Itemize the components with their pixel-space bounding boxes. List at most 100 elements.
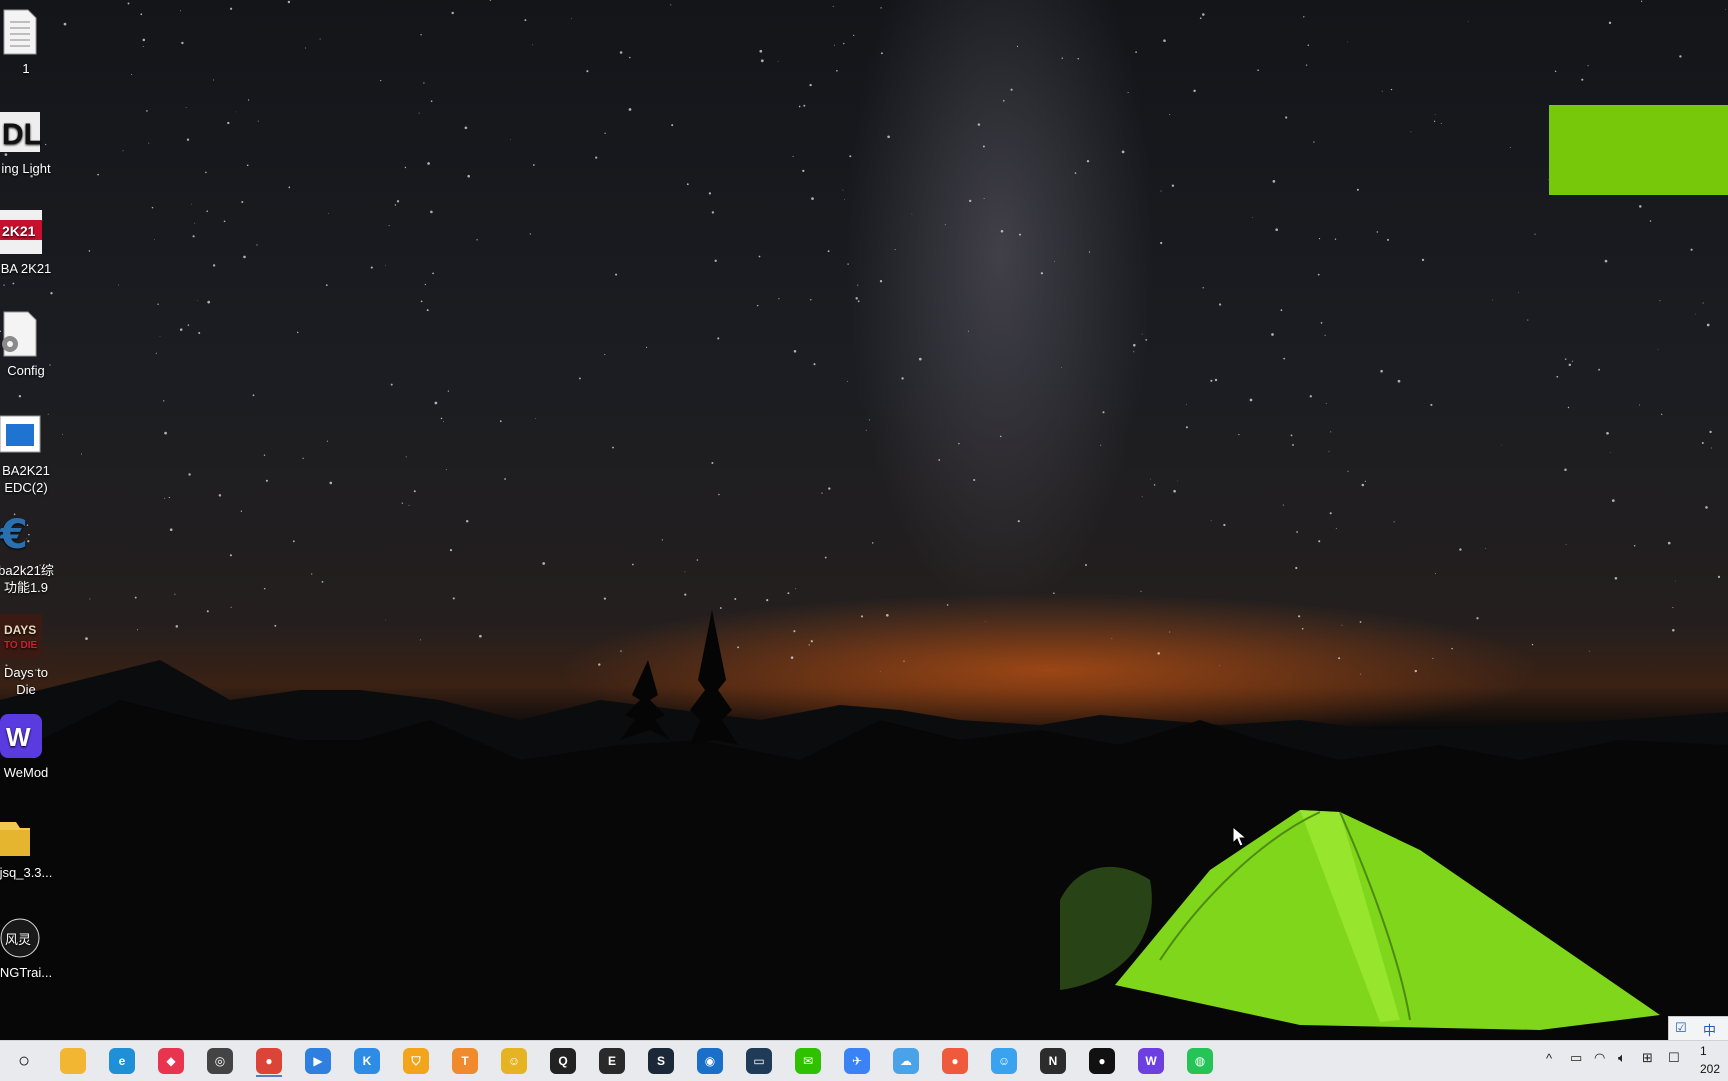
taskbar-nvidia-button[interactable]: N — [1036, 1045, 1070, 1077]
desktop-icon-nba2k21[interactable]: 2K21 BA 2K21 — [0, 208, 58, 298]
taskbar-file-explorer-button[interactable] — [56, 1045, 90, 1077]
star — [420, 34, 422, 36]
taskbar-green-app-button[interactable]: ◍ — [1183, 1045, 1217, 1077]
taskbar-steam-button[interactable]: S — [644, 1045, 678, 1077]
desktop-icon-config[interactable]: Config — [0, 310, 58, 400]
star — [857, 284, 859, 286]
star — [1160, 190, 1162, 192]
taskbar-edge-button[interactable]: e — [105, 1045, 139, 1077]
star — [1249, 398, 1253, 402]
star — [370, 266, 373, 269]
taskbar-chrome-button[interactable]: ● — [252, 1045, 286, 1077]
star — [1335, 528, 1337, 530]
config-file-icon — [0, 310, 42, 358]
desktop-icon-wemod[interactable]: W WeMod — [0, 712, 58, 802]
star — [122, 150, 124, 152]
star — [451, 11, 454, 15]
taskbar-uplay-button[interactable]: ◉ — [693, 1045, 727, 1077]
star — [969, 199, 972, 203]
taskbar-app-red-button[interactable]: ◆ — [154, 1045, 188, 1077]
star — [756, 304, 759, 307]
bird-icon: ✈ — [844, 1048, 870, 1074]
taskbar-tdf-app-button[interactable]: T — [448, 1045, 482, 1077]
star — [524, 19, 527, 22]
star — [97, 173, 99, 176]
star — [615, 273, 618, 276]
ime-toolbar[interactable]: ☑ 中 — [1668, 1016, 1728, 1042]
taskbar-wemod-button[interactable]: W — [1134, 1045, 1168, 1077]
star — [1657, 349, 1659, 351]
battery-icon[interactable]: ▭ — [1570, 1050, 1582, 1066]
star — [1163, 39, 1166, 42]
star — [319, 38, 321, 40]
steam-icon: S — [648, 1048, 674, 1074]
star — [131, 74, 133, 75]
action-center-icon[interactable]: ☐ — [1668, 1050, 1680, 1066]
desktop-icon-7-days-to-die[interactable]: DAYS TO DIE Days to Die — [0, 612, 58, 702]
volume-icon[interactable]: 🔈︎ — [1618, 1050, 1626, 1066]
star — [880, 7, 882, 9]
star — [686, 183, 689, 186]
star — [274, 624, 277, 627]
taskbar-shield-app-button[interactable]: ⛉ — [399, 1045, 433, 1077]
star — [1356, 188, 1359, 191]
taskbar-video-button[interactable]: ▶ — [301, 1045, 335, 1077]
taskbar-bird-app-button[interactable]: ✈ — [840, 1045, 874, 1077]
star — [142, 46, 144, 47]
star — [865, 429, 867, 431]
star — [186, 138, 190, 141]
ime-language-label[interactable]: 中 — [1703, 1020, 1716, 1039]
star — [1640, 0, 1643, 2]
taskbar-chat-app-button[interactable]: ☺ — [987, 1045, 1021, 1077]
star — [464, 126, 468, 130]
taskbar-char-app-button[interactable]: ☺ — [497, 1045, 531, 1077]
tdf-icon: T — [452, 1048, 478, 1074]
taskbar-qq-button[interactable]: Q — [546, 1045, 580, 1077]
star — [832, 5, 834, 7]
desktop-icon-cheat-engine[interactable]: € ba2k21综 功能1.9 — [0, 510, 58, 600]
ime-mode-icon[interactable]: ⊞ — [1642, 1050, 1653, 1066]
desktop-icon-flingtrainer[interactable]: 风灵 NGTrai... — [0, 912, 58, 1002]
star — [432, 272, 434, 275]
taskbar-k-app-button[interactable]: K — [350, 1045, 384, 1077]
star — [288, 186, 291, 189]
nba2k21-icon: 2K21 — [0, 208, 42, 256]
star — [380, 80, 382, 82]
star — [1210, 520, 1212, 522]
desktop-icon-label: Days to Die — [3, 665, 49, 697]
star — [598, 663, 601, 666]
taskbar-cloud-app-button[interactable]: ☁ — [889, 1045, 923, 1077]
desktop-icon-jsq-folder[interactable]: jsq_3.3... — [0, 812, 58, 902]
star — [844, 199, 845, 201]
star — [1150, 478, 1151, 480]
desktop-icon-nba2k21-edc[interactable]: BA2K21 EDC(2) — [0, 410, 58, 500]
taskbar-terminal-app-button[interactable]: ▭ — [742, 1045, 776, 1077]
star — [813, 363, 816, 366]
star — [191, 203, 193, 205]
desktop-icon-file-1[interactable]: 1 — [0, 8, 58, 98]
svg-text:DL: DL — [2, 118, 42, 151]
taskbar-app-gray-button[interactable]: ◎ — [203, 1045, 237, 1077]
star — [1360, 673, 1362, 675]
star — [868, 419, 870, 421]
star — [1485, 548, 1487, 549]
star — [1509, 146, 1511, 148]
star — [62, 434, 63, 435]
taskbar-clock[interactable]: 1 202 — [1700, 1042, 1728, 1078]
notification-banner[interactable] — [1549, 105, 1728, 195]
star — [206, 210, 208, 212]
star — [1534, 233, 1536, 235]
wifi-icon[interactable]: ◠ — [1594, 1050, 1605, 1066]
taskbar-wechat-button[interactable]: ✉ — [791, 1045, 825, 1077]
ime-settings-icon[interactable]: ☑ — [1675, 1020, 1687, 1036]
taskbar-map-app-button[interactable]: ● — [938, 1045, 972, 1077]
wemod-icon: W — [1138, 1048, 1164, 1074]
desktop-icon-dying-light[interactable]: DL ing Light — [0, 108, 58, 198]
taskbar-epic-button[interactable]: E — [595, 1045, 629, 1077]
taskbar-dark-app-button[interactable]: ● — [1085, 1045, 1119, 1077]
show-hidden-icons-chevron-icon[interactable]: ^ — [1546, 1051, 1552, 1066]
star — [595, 156, 598, 159]
star — [443, 420, 444, 422]
taskbar-search-button[interactable]: ○ — [7, 1045, 41, 1077]
star — [1111, 638, 1113, 639]
